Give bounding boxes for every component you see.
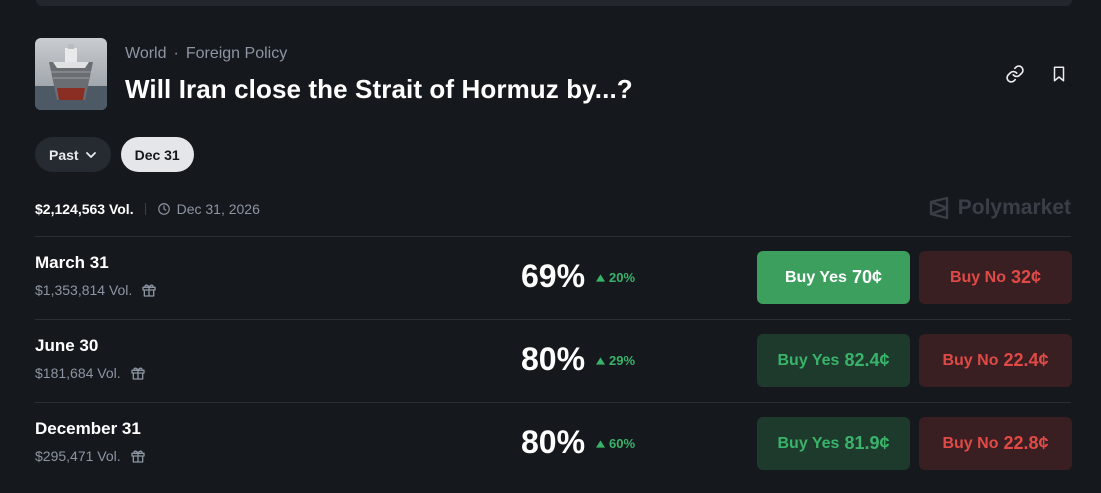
triangle-up-icon [596, 273, 605, 282]
bookmark-icon [1053, 66, 1065, 82]
chevron-down-icon [85, 149, 97, 161]
polymarket-logo-icon [929, 196, 948, 220]
end-date: Dec 31, 2026 [157, 201, 260, 217]
date-chip-selected[interactable]: Dec 31 [120, 137, 194, 172]
buy-no-label: Buy No [942, 434, 999, 452]
link-icon [1006, 65, 1024, 83]
breadcrumb-foreign-policy[interactable]: Foreign Policy [186, 45, 287, 63]
outcome-row[interactable]: March 31 $1,353,814 Vol. 69% 20% Buy Yes… [35, 236, 1072, 319]
market-meta: $2,124,563 Vol. Dec 31, 2026 [35, 201, 260, 217]
gift-icon[interactable] [130, 365, 146, 381]
bookmark-button[interactable] [1047, 62, 1071, 86]
total-volume: $2,124,563 Vol. [35, 201, 134, 217]
breadcrumb-world[interactable]: World [125, 45, 167, 63]
outcome-volume: $295,471 Vol. [35, 448, 146, 464]
market-header: World · Foreign Policy Will Iran close t… [35, 38, 1071, 110]
outcome-change-text: 29% [609, 353, 636, 368]
outcome-probability: 80% [521, 424, 586, 460]
polymarket-logo-text: Polymarket [957, 196, 1071, 219]
breadcrumb: World · Foreign Policy [125, 45, 287, 63]
outcome-change-text: 60% [609, 436, 636, 451]
outcome-change-text: 20% [609, 270, 636, 285]
gift-icon[interactable] [141, 282, 157, 298]
buy-yes-price: 70¢ [851, 267, 882, 287]
clock-icon [157, 203, 170, 215]
outcome-name: March 31 [35, 253, 109, 272]
outcome-name: December 31 [35, 419, 141, 438]
outcome-change: 60% [596, 436, 635, 451]
buy-no-button[interactable]: Buy No 22.8¢ [919, 417, 1072, 470]
buy-no-button[interactable]: Buy No 32¢ [919, 251, 1072, 304]
outcome-change: 29% [596, 353, 635, 368]
meta-divider [144, 203, 146, 215]
date-filters: Past Dec 31 [35, 137, 194, 172]
past-dropdown-label: Past [49, 146, 79, 163]
buy-yes-button[interactable]: Buy Yes 70¢ [757, 251, 910, 304]
market-thumbnail [35, 38, 107, 110]
outcome-volume: $1,353,814 Vol. [35, 282, 157, 298]
buy-yes-button[interactable]: Buy Yes 81.9¢ [757, 417, 910, 470]
date-chip-label: Dec 31 [134, 146, 180, 163]
outcome-name: June 30 [35, 336, 99, 355]
outcome-volume: $181,684 Vol. [35, 365, 146, 381]
past-dropdown[interactable]: Past [35, 137, 111, 172]
buy-no-label: Buy No [949, 268, 1006, 286]
outcome-row[interactable]: December 31 $295,471 Vol. 80% 60% Buy Ye… [35, 402, 1072, 485]
triangle-up-icon [596, 439, 605, 448]
breadcrumb-separator: · [173, 45, 179, 62]
buy-no-button[interactable]: Buy No 22.4¢ [919, 334, 1072, 387]
polymarket-logo: Polymarket [928, 196, 1071, 220]
buy-no-price: 22.4¢ [1003, 350, 1049, 370]
outcome-list: March 31 $1,353,814 Vol. 69% 20% Buy Yes… [35, 236, 1072, 485]
outcome-volume-text: $181,684 Vol. [35, 365, 121, 381]
buy-yes-price: 82.4¢ [844, 350, 890, 370]
buy-no-price: 22.8¢ [1003, 433, 1049, 453]
buy-yes-price: 81.9¢ [844, 433, 890, 453]
gift-icon[interactable] [130, 448, 146, 464]
buy-yes-label: Buy Yes [777, 351, 840, 369]
outcome-probability: 80% [521, 341, 586, 377]
buy-yes-label: Buy Yes [777, 434, 840, 452]
page-title: Will Iran close the Strait of Hormuz by.… [125, 74, 633, 104]
previous-card-edge [36, 0, 1072, 6]
copy-link-button[interactable] [1003, 62, 1027, 86]
end-date-text: Dec 31, 2026 [176, 201, 260, 217]
outcome-change: 20% [596, 270, 635, 285]
outcome-volume-text: $1,353,814 Vol. [35, 282, 133, 298]
outcome-probability: 69% [521, 258, 586, 294]
header-actions [1003, 62, 1071, 86]
outcome-volume-text: $295,471 Vol. [35, 448, 121, 464]
buy-no-price: 32¢ [1010, 267, 1042, 287]
outcome-row[interactable]: June 30 $181,684 Vol. 80% 29% Buy Yes 82… [35, 319, 1072, 402]
buy-no-label: Buy No [942, 351, 999, 369]
buy-yes-button[interactable]: Buy Yes 82.4¢ [757, 334, 910, 387]
buy-yes-label: Buy Yes [784, 268, 847, 286]
triangle-up-icon [596, 356, 605, 365]
